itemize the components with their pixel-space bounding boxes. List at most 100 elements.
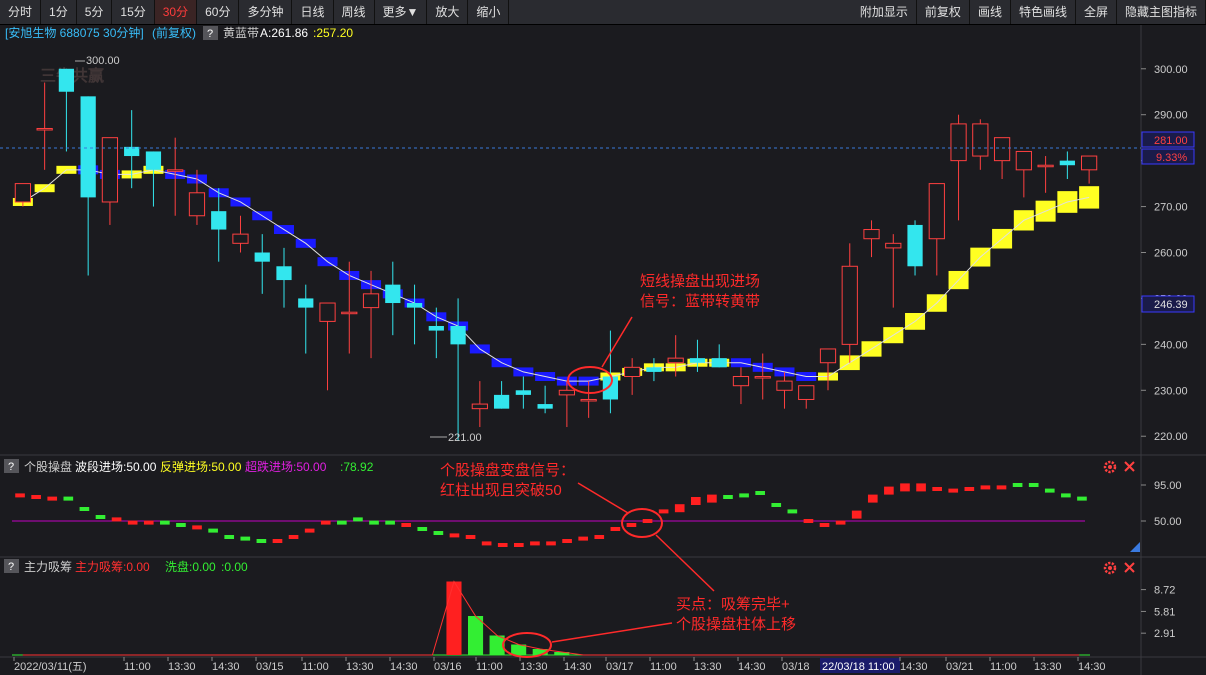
sub1-bar <box>594 535 605 539</box>
candle-body <box>471 403 488 410</box>
x-tick-label: 11:00 <box>302 661 329 673</box>
sub1-bar <box>256 539 267 543</box>
sub1-bar <box>546 541 556 546</box>
y-tick-label: 290.00 <box>1154 110 1188 122</box>
sub1-bar <box>835 520 846 525</box>
sub1-bar <box>530 541 540 546</box>
sub1-bar <box>964 487 975 491</box>
candle-body <box>298 298 314 308</box>
sub1-bar <box>192 525 202 530</box>
stock-title: [安旭生物 688075 30分钟] <box>5 25 144 40</box>
sub1-bar <box>385 520 395 525</box>
current-pct-label: 9.33% <box>1156 152 1187 164</box>
current-price-label: 281.00 <box>1154 135 1188 147</box>
sub1-bar <box>803 519 814 523</box>
sub1-bar <box>111 517 122 522</box>
adjust-label: (前复权) <box>152 25 196 40</box>
sub1-bar <box>369 520 379 525</box>
main-help-icon: ? <box>207 28 213 40</box>
sub1-bar <box>867 494 878 503</box>
extra-display-button[interactable]: 附加显示 <box>852 0 917 24</box>
tab-1min[interactable]: 1分 <box>41 0 77 24</box>
candle-body <box>450 325 466 345</box>
candle-body <box>1015 150 1032 171</box>
draw-line-button[interactable]: 画线 <box>970 0 1011 24</box>
forward-adjust-button[interactable]: 前复权 <box>917 0 970 24</box>
tab-daily[interactable]: 日线 <box>292 0 334 24</box>
candle-body <box>341 311 358 315</box>
sub1-bar <box>674 504 685 513</box>
sub1-bar <box>642 519 653 523</box>
x-tick-label: 14:30 <box>1078 661 1106 673</box>
sub1-bar <box>79 507 90 511</box>
candle-body <box>276 266 292 281</box>
sub1-value-wave: 波段进场:50.00 <box>75 459 157 474</box>
x-tick-label: 14:30 <box>212 661 240 673</box>
kline-chart[interactable]: [安旭生物 688075 30分钟] (前复权) ? 黄蓝带 A:261.86 … <box>0 25 1206 675</box>
sub2-help-icon: ? <box>8 561 14 573</box>
candle-body <box>950 123 967 162</box>
x-tick-label: 11:00 <box>124 661 151 673</box>
toolbar-spacer <box>509 0 851 24</box>
tab-60min[interactable]: 60分 <box>197 0 240 24</box>
y-tick-label: 260.00 <box>1154 248 1188 260</box>
annotation-entry-signal-line2: 信号：蓝带转黄带 <box>640 293 760 310</box>
zoom-in-button[interactable]: 放大 <box>427 0 469 24</box>
candle-body <box>80 96 96 198</box>
annotation-turn-signal-line2: 红柱出现且突破50 <box>440 482 562 499</box>
fullscreen-button[interactable]: 全屏 <box>1076 0 1117 24</box>
sub1-bar <box>948 488 959 493</box>
candle-body <box>1081 155 1098 171</box>
y-tick-label: 230.00 <box>1154 385 1188 397</box>
sub1-bar <box>658 509 669 514</box>
candle-body <box>863 229 880 240</box>
x-tick-label: 13:30 <box>168 661 196 673</box>
sub1-value-d: :78.92 <box>340 460 374 474</box>
candle-body <box>145 151 162 170</box>
sub1-bar <box>417 527 428 531</box>
sub1-bar <box>304 528 315 533</box>
x-tick-label: 13:30 <box>694 661 722 673</box>
sub1-bar <box>143 520 154 525</box>
sub1-bar <box>1044 488 1055 493</box>
x-tick-label: 14:30 <box>738 661 766 673</box>
sub2-value-accumulate: 主力吸筹:0.00 <box>75 560 150 574</box>
candle-body <box>993 137 1011 162</box>
sub1-bar <box>224 535 235 539</box>
x-tick-label: 14:30 <box>900 661 928 673</box>
sub1-bar <box>240 536 251 541</box>
y-tick-label: 300.00 <box>1154 64 1188 76</box>
x-tick-label: 11:00 <box>476 661 503 673</box>
sub1-bar <box>1028 483 1039 487</box>
band-price-label: 246.39 <box>1154 299 1188 311</box>
sub1-bar <box>884 486 894 495</box>
tab-5min[interactable]: 5分 <box>77 0 113 24</box>
candle-body <box>254 252 270 262</box>
candle-body <box>841 265 858 345</box>
x-tick-label: 11:00 <box>990 661 1017 673</box>
tab-30min[interactable]: 30分 <box>154 0 198 24</box>
zoom-out-button[interactable]: 缩小 <box>468 0 510 24</box>
sub1-bar <box>723 495 733 499</box>
special-draw-button[interactable]: 特色画线 <box>1011 0 1076 24</box>
tab-multi-min[interactable]: 多分钟 <box>239 0 293 24</box>
tab-timeshare[interactable]: 分时 <box>0 0 42 24</box>
x-tick-label: 03/15 <box>256 661 284 673</box>
candle-body <box>167 169 184 172</box>
sub2-bar <box>467 616 484 655</box>
x-tick-label: 11:00 <box>650 661 677 673</box>
sub1-bar <box>851 510 862 519</box>
candle-body <box>732 376 750 387</box>
tab-15min[interactable]: 15分 <box>112 0 155 24</box>
candle-body <box>36 127 53 131</box>
sub2-name: 主力吸筹 <box>24 560 72 574</box>
y-tick-label: 270.00 <box>1154 202 1188 214</box>
candle-body <box>188 192 206 217</box>
sub1-bar <box>787 509 798 514</box>
sub1-bar <box>208 528 218 533</box>
tab-weekly[interactable]: 周线 <box>334 0 375 24</box>
sub1-bar <box>610 527 621 531</box>
x-tick-label: 2022/03/11(五) <box>14 661 87 673</box>
more-dropdown[interactable]: 更多▼ <box>375 0 428 24</box>
hide-main-indicator-button[interactable]: 隐藏主图指标 <box>1117 0 1206 24</box>
